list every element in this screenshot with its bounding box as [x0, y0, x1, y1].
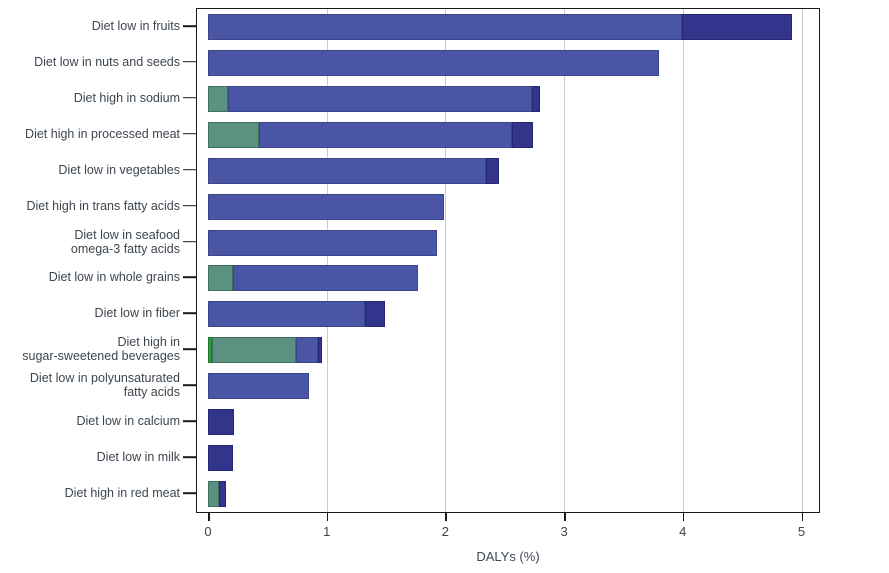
stacked-bar[interactable]: [208, 337, 322, 364]
bar-segment-blue: [208, 229, 438, 256]
bar-segment-blue: [295, 337, 319, 364]
stacked-bar[interactable]: [208, 49, 660, 76]
y-axis-label: Diet high in red meat: [64, 486, 180, 501]
y-axis-label: Diet low in polyunsaturated fatty acids: [29, 371, 180, 400]
y-axis-label: Diet low in whole grains: [48, 270, 180, 285]
bar-segment-blue: [208, 13, 682, 40]
y-axis-label: Diet low in vegetables: [58, 162, 180, 177]
y-axis-label: Diet low in calcium: [76, 414, 180, 429]
y-axis-tick: [183, 348, 196, 351]
y-axis-tick: [183, 61, 196, 63]
stacked-bar[interactable]: [208, 409, 235, 436]
y-axis-label: Diet low in milk: [96, 450, 180, 465]
stacked-bar[interactable]: [208, 445, 233, 472]
y-axis-label: Diet high in processed meat: [25, 126, 180, 141]
stacked-bar[interactable]: [208, 229, 438, 256]
bar-segment-blue: [259, 121, 512, 148]
x-axis-tick-label: 2: [441, 524, 450, 539]
x-axis-tick-label: 5: [797, 524, 806, 539]
y-axis-tick: [183, 276, 196, 279]
y-axis-label: Diet high in trans fatty acids: [26, 198, 180, 213]
y-axis-tick: [183, 168, 196, 171]
x-axis-tick: [445, 513, 447, 521]
bar-segment-blue: [208, 193, 445, 220]
x-axis-tick: [564, 513, 566, 521]
bar-segment-dark-blue: [681, 13, 792, 40]
bar-segment-dark-blue: [208, 445, 233, 472]
bar-segment-dark-blue: [318, 337, 322, 364]
bar-segment-green: [211, 337, 296, 364]
x-axis-tick-label: 4: [679, 524, 687, 539]
y-axis-label: Diet high in sugar-sweetened beverages: [22, 335, 180, 364]
bar-segment-dark-blue: [485, 157, 499, 184]
x-axis-tick: [801, 513, 803, 521]
y-axis-tick: [183, 312, 196, 315]
y-axis-label: Diet low in seafood omega-3 fatty acids: [70, 227, 180, 256]
bar-segment-dark-blue: [511, 121, 534, 148]
x-axis-title: DALYs (%): [476, 549, 540, 564]
x-axis-tick: [326, 513, 329, 521]
bar-segment-blue: [208, 157, 486, 184]
bar-segment-blue: [228, 85, 533, 112]
stacked-bar[interactable]: [208, 121, 534, 148]
bar-segment-dark-blue: [218, 481, 226, 508]
bar-segment-blue: [208, 49, 660, 76]
stacked-bar[interactable]: [208, 13, 792, 40]
stacked-bar[interactable]: [208, 157, 499, 184]
stacked-bar[interactable]: [208, 373, 309, 400]
y-axis-tick: [183, 492, 196, 494]
x-axis: DALYs (%) 0 1 2 3 4 5: [196, 513, 820, 573]
x-axis-tick: [682, 513, 685, 521]
y-axis-label: Diet low in nuts and seeds: [34, 54, 180, 69]
y-axis-label: Diet high in sodium: [73, 90, 180, 105]
bar-segment-dark-blue: [208, 409, 235, 436]
bar-segment-green: [208, 85, 229, 112]
y-axis-tick: [183, 97, 196, 99]
stacked-bar[interactable]: [208, 301, 385, 328]
stacked-bar[interactable]: [208, 265, 419, 292]
bar-segment-dark-blue: [532, 85, 541, 112]
y-axis-labels: Diet low in fruits Diet low in nuts and s…: [0, 0, 196, 513]
stacked-bar[interactable]: [208, 481, 226, 508]
y-axis-tick: [183, 204, 196, 207]
y-axis-tick: [183, 384, 196, 387]
bar-segment-dark-blue: [364, 301, 385, 328]
stacked-bar[interactable]: [208, 85, 541, 112]
bar-segment-blue: [232, 265, 419, 292]
bar-segment-green: [208, 121, 260, 148]
x-axis-tick-label: 1: [323, 524, 331, 539]
y-axis-tick: [183, 25, 196, 27]
y-axis-label: Diet low in fruits: [91, 18, 180, 33]
x-axis-tick: [208, 513, 210, 521]
x-axis-tick-label: 0: [204, 524, 212, 539]
bar-segment-blue: [208, 373, 309, 400]
y-axis-label: Diet low in fiber: [94, 306, 180, 321]
bar-segment-green: [208, 265, 233, 292]
bars-container: [197, 9, 819, 512]
y-axis-tick: [183, 240, 196, 243]
x-axis-tick-label: 3: [560, 524, 568, 539]
y-axis-tick: [183, 420, 196, 422]
bar-segment-blue: [208, 301, 365, 328]
chart-figure: Diet low in fruits Diet low in nuts and s…: [0, 0, 889, 573]
y-axis-tick: [183, 456, 196, 458]
y-axis-tick: [183, 132, 196, 135]
bar-segment-green: [208, 481, 219, 508]
plot-area: [196, 8, 820, 513]
stacked-bar[interactable]: [208, 193, 445, 220]
